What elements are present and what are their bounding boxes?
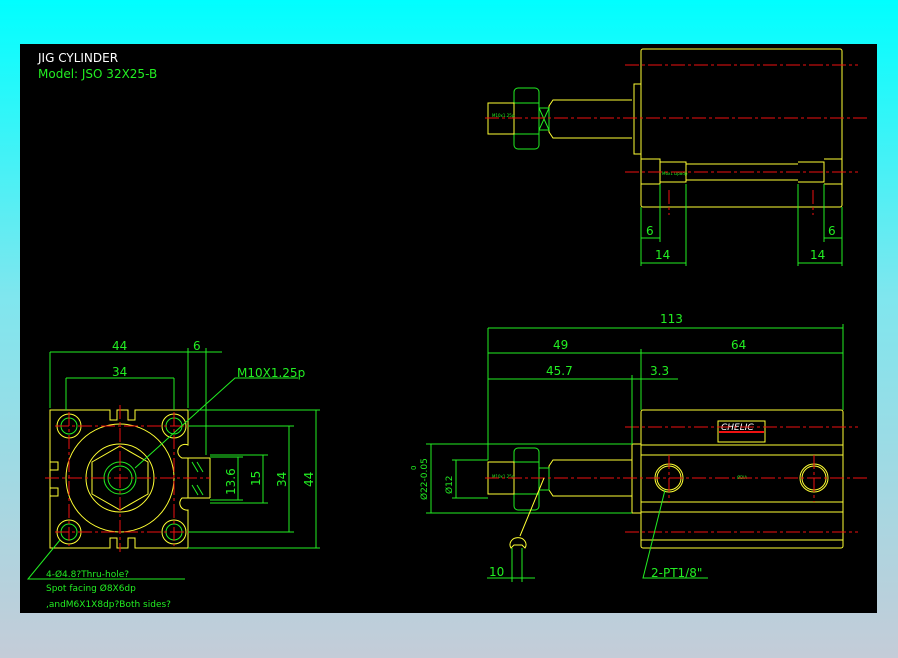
hole-note-line2: Spot facing Ø8X6dp bbox=[46, 583, 136, 594]
dim-d22: Ø22-0.05 bbox=[419, 458, 430, 500]
cad-drawing: JIG CYLINDER Model: JSO 32X25-B 44 6 34 … bbox=[20, 44, 877, 613]
dim-34-pitch: 34 bbox=[112, 365, 127, 379]
dim-right-14: 14 bbox=[810, 248, 825, 262]
dim-wrench-10: 10 bbox=[489, 565, 504, 579]
dim-34-vertical: 34 bbox=[275, 472, 289, 487]
model-label: Model: JSO 32X25-B bbox=[38, 67, 157, 81]
dim-44-width: 44 bbox=[112, 339, 127, 353]
dim-44-height: 44 bbox=[302, 472, 316, 487]
dim-right-6: 6 bbox=[828, 224, 836, 238]
brand-label: CHELIC bbox=[721, 423, 754, 433]
dim-64: 64 bbox=[731, 338, 746, 352]
dim-113: 113 bbox=[660, 312, 683, 326]
dim-45-7: 45.7 bbox=[546, 364, 573, 378]
port-note: 2-PT1/8" bbox=[651, 566, 702, 580]
dim-3-3: 3.3 bbox=[650, 364, 669, 378]
dim-6: 6 bbox=[193, 339, 201, 353]
dim-left-14: 14 bbox=[655, 248, 670, 262]
thread-note: M10X1.25p bbox=[237, 366, 305, 380]
dim-49: 49 bbox=[553, 338, 568, 352]
dim-15: 15 bbox=[249, 471, 263, 486]
hole-note-line1: 4-Ø4.8?Thru-hole? bbox=[46, 569, 129, 580]
top-rod-text: M10x1.25p bbox=[492, 113, 515, 118]
hole-note-line3: ,andM6X1X8dp?Both sides? bbox=[46, 600, 171, 610]
dim-d22-tolerance: 0 bbox=[410, 466, 418, 470]
drawing-title: JIG CYLINDER bbox=[37, 51, 118, 65]
dim-d12: Ø12 bbox=[444, 475, 455, 494]
dim-13-6: 13.6 bbox=[224, 468, 238, 495]
dim-left-6: 6 bbox=[646, 224, 654, 238]
